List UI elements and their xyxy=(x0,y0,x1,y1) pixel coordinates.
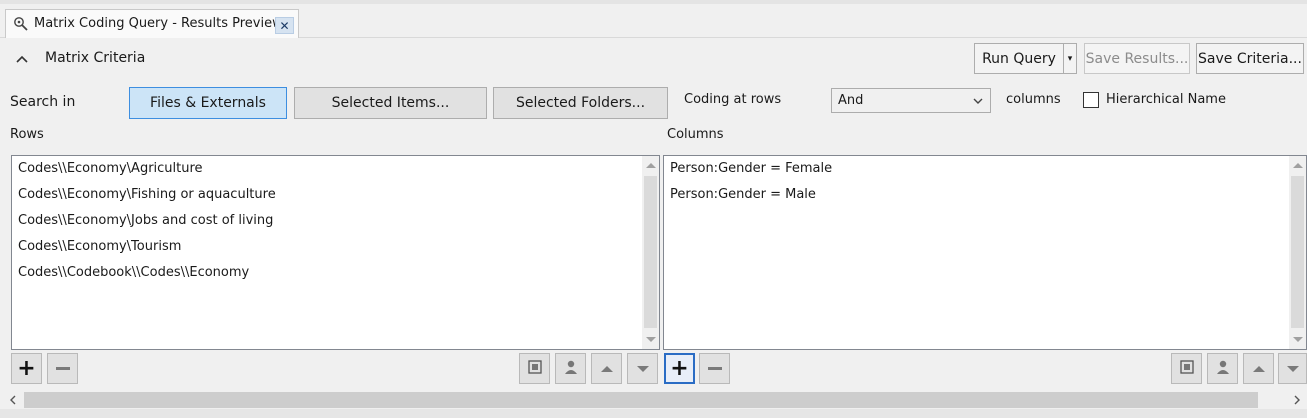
scroll-right-icon[interactable] xyxy=(1290,392,1304,408)
list-item[interactable]: Codes\\Economy\Fishing or aquaculture xyxy=(18,187,276,202)
minus-icon xyxy=(55,367,70,370)
scroll-down-icon[interactable] xyxy=(1293,337,1303,342)
scroll-up-icon[interactable] xyxy=(1293,163,1303,168)
rows-label: Rows xyxy=(10,127,44,142)
arrow-up-icon xyxy=(600,365,613,372)
arrow-up-icon xyxy=(1252,365,1265,372)
scroll-down-icon[interactable] xyxy=(646,337,656,342)
list-item[interactable]: Person:Gender = Male xyxy=(670,187,816,202)
select-frame-icon xyxy=(527,359,542,378)
rows-move-up-button[interactable] xyxy=(591,353,622,384)
columns-label: Columns xyxy=(667,127,724,142)
run-query-button[interactable]: Run Query xyxy=(974,43,1064,74)
operator-value: And xyxy=(838,93,864,108)
scroll-thumb[interactable] xyxy=(644,176,657,328)
operator-select[interactable]: And xyxy=(831,88,991,113)
person-icon xyxy=(563,359,579,379)
rows-list[interactable]: Codes\\Economy\Agriculture Codes\\Econom… xyxy=(11,155,660,350)
list-item[interactable]: Codes\\Economy\Jobs and cost of living xyxy=(18,213,273,228)
rows-scrollbar[interactable] xyxy=(642,156,659,349)
columns-scrollbar[interactable] xyxy=(1289,156,1306,349)
list-item[interactable]: Codes\\Economy\Tourism xyxy=(18,239,181,254)
run-query-dropdown-button[interactable]: ▾ xyxy=(1063,43,1077,74)
select-frame-icon xyxy=(1179,359,1194,378)
columns-person-button[interactable] xyxy=(1207,353,1238,384)
scroll-up-icon[interactable] xyxy=(646,163,656,168)
columns-move-down-button[interactable] xyxy=(1278,353,1307,384)
list-item[interactable]: Codes\\Economy\Agriculture xyxy=(18,161,203,176)
list-item[interactable]: Codes\\Codebook\\Codes\\Economy xyxy=(18,265,249,280)
hierarchical-name-label: Hierarchical Name xyxy=(1106,92,1226,107)
scroll-thumb[interactable] xyxy=(1291,176,1304,328)
remove-column-button[interactable] xyxy=(699,353,730,384)
rows-move-down-button[interactable] xyxy=(627,353,658,384)
tab-strip-border xyxy=(0,0,1307,4)
add-row-button[interactable]: + xyxy=(11,353,42,384)
remove-row-button[interactable] xyxy=(47,353,78,384)
close-icon[interactable]: ✕ xyxy=(275,17,294,34)
save-results-button: Save Results... xyxy=(1084,43,1190,74)
columns-select-items-button[interactable] xyxy=(1171,353,1202,384)
search-in-label: Search in xyxy=(10,94,76,110)
tab-title: Matrix Coding Query - Results Preview xyxy=(34,16,283,31)
add-column-button[interactable]: + xyxy=(664,353,695,384)
list-item[interactable]: Person:Gender = Female xyxy=(670,161,832,176)
chevron-up-icon[interactable] xyxy=(14,52,30,66)
coding-at-rows-label: Coding at rows xyxy=(684,92,782,107)
rows-person-button[interactable] xyxy=(555,353,586,384)
arrow-down-icon xyxy=(1286,365,1299,372)
selected-items-button[interactable]: Selected Items... xyxy=(294,87,487,119)
chevron-down-icon xyxy=(972,95,984,107)
save-criteria-button[interactable]: Save Criteria... xyxy=(1196,43,1304,74)
hierarchical-name-checkbox[interactable] xyxy=(1083,92,1099,108)
status-strip xyxy=(0,409,1307,418)
arrow-down-icon xyxy=(636,365,649,372)
files-externals-button[interactable]: Files & Externals xyxy=(129,87,287,119)
plus-icon: + xyxy=(17,355,36,381)
matrix-criteria-title: Matrix Criteria xyxy=(45,50,146,66)
person-icon xyxy=(1215,359,1231,379)
tab-results-preview[interactable]: Matrix Coding Query - Results Preview ✕ xyxy=(5,9,299,38)
columns-move-up-button[interactable] xyxy=(1243,353,1274,384)
columns-list[interactable]: Person:Gender = Female Person:Gender = M… xyxy=(663,155,1307,350)
scroll-left-icon[interactable] xyxy=(6,392,20,408)
minus-icon xyxy=(707,367,722,370)
plus-icon: + xyxy=(670,355,689,381)
selected-folders-button[interactable]: Selected Folders... xyxy=(493,87,668,119)
horizontal-scroll-thumb[interactable] xyxy=(24,392,1258,408)
query-search-icon xyxy=(13,16,29,32)
rows-select-items-button[interactable] xyxy=(519,353,550,384)
columns-connector-label: columns xyxy=(1006,92,1061,107)
